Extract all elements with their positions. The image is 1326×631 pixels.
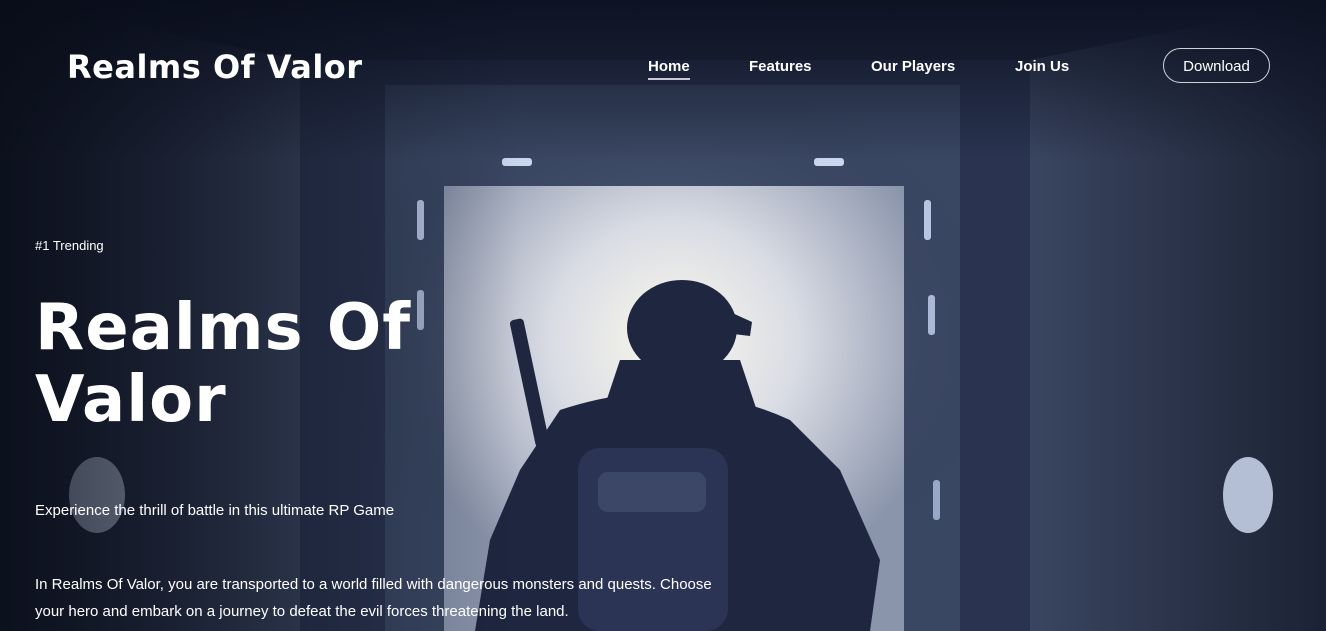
hero-description: In Realms Of Valor, you are transported … [35,576,712,620]
hero-title: Realms Of Valor [35,291,412,437]
nav-link-features[interactable]: Features [749,57,812,77]
nav-link-our-players[interactable]: Our Players [871,57,955,77]
hero-tagline: Experience the thrill of battle in this … [35,502,395,519]
site-logo[interactable]: Realms Of Valor [67,47,363,87]
trending-badge: #1 Trending [35,238,104,253]
download-button[interactable]: Download [1163,48,1270,83]
site-header: Realms Of Valor Home Features Our Player… [0,0,1326,134]
nav-link-join-us[interactable]: Join Us [1015,57,1069,77]
nav-link-home[interactable]: Home [648,57,690,80]
